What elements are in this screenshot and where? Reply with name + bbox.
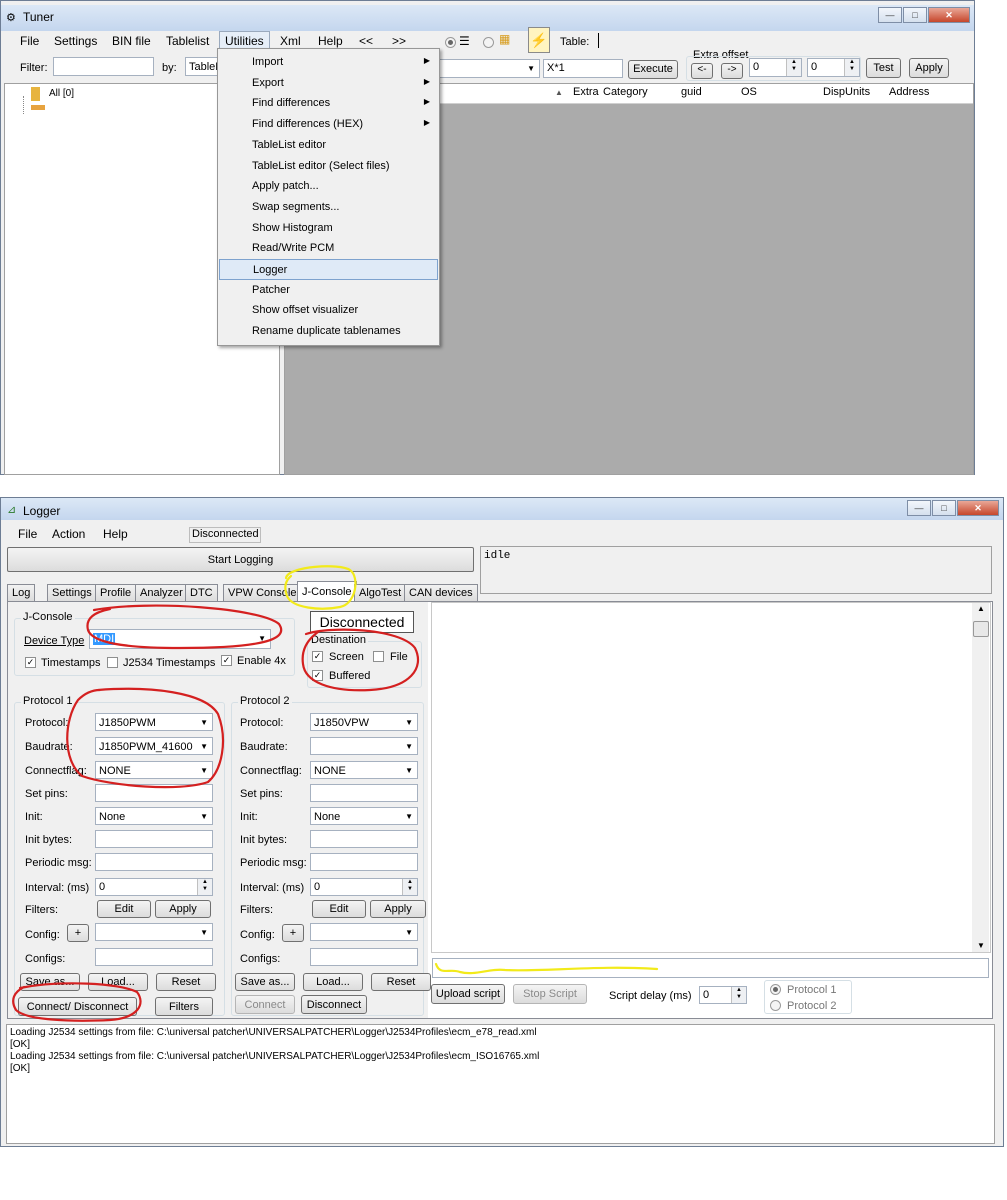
annotation-circle-device-type bbox=[86, 604, 283, 650]
annotation-overlay bbox=[12, 565, 659, 1022]
annotation-circle-jconsole-tab bbox=[284, 565, 357, 610]
annotation-circle-destination bbox=[301, 628, 420, 692]
annotation-underline-console-input bbox=[434, 962, 659, 975]
annotation-circle-protocol1 bbox=[66, 687, 225, 789]
annotation-circle-connect-button bbox=[12, 982, 142, 1022]
